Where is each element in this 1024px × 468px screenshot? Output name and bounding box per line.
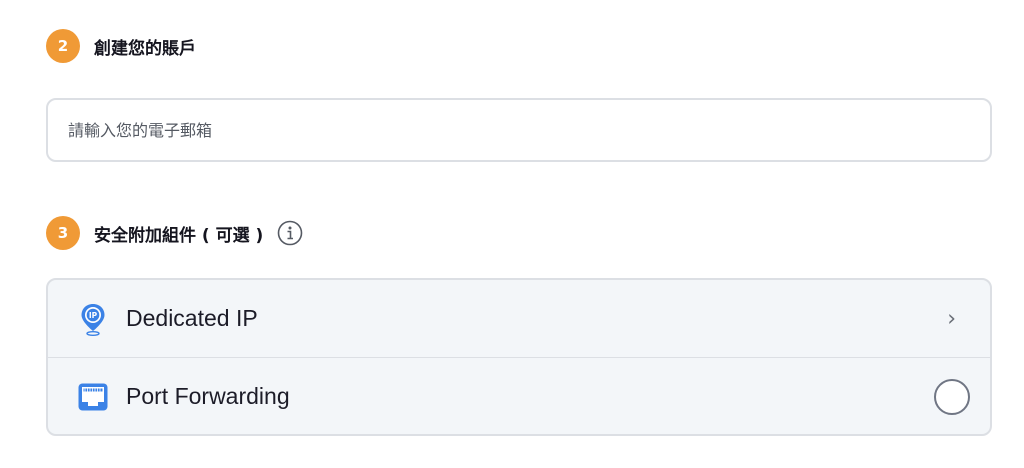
step-2-title: 創建您的賬戶 <box>94 38 196 59</box>
step-3-header: 3 安全附加組件 ( 可選 ) <box>46 216 303 250</box>
svg-text:IP: IP <box>89 311 98 320</box>
port-forwarding-radio[interactable] <box>934 378 970 415</box>
dedicated-ip-pin-icon: IP <box>76 302 110 336</box>
step-2-header: 2 創建您的賬戶 <box>46 29 196 63</box>
addon-dedicated-ip[interactable]: IP Dedicated IP › <box>48 280 990 357</box>
step-3-title: 安全附加組件 ( 可選 ) <box>94 225 264 246</box>
step-3-badge: 3 <box>46 216 80 250</box>
security-addons-list: IP Dedicated IP › Port Forwarding <box>46 278 992 436</box>
ethernet-port-icon <box>76 380 110 414</box>
email-field-container <box>46 98 992 162</box>
signup-page: 2 創建您的賬戶 3 安全附加組件 ( 可選 ) IP <box>0 0 1024 468</box>
chevron-right-icon: › <box>947 306 956 331</box>
email-field[interactable] <box>66 119 990 141</box>
addon-port-forwarding[interactable]: Port Forwarding <box>48 357 990 434</box>
addon-dedicated-ip-label: Dedicated IP <box>126 305 258 331</box>
info-icon[interactable] <box>277 220 303 246</box>
step-2-badge: 2 <box>46 29 80 63</box>
addon-port-forwarding-label: Port Forwarding <box>126 383 290 409</box>
